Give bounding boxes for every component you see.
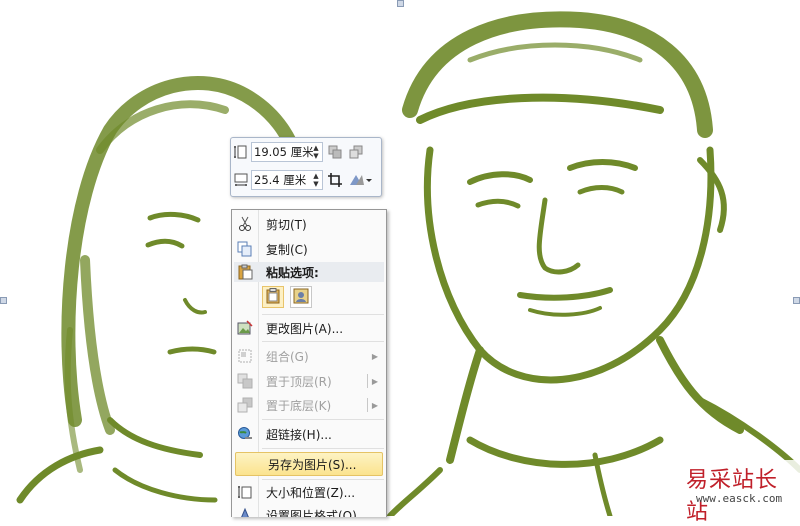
paste-clipboard-icon: [266, 287, 280, 307]
menu-item-size-position[interactable]: 大小和位置(Z)...: [234, 481, 384, 503]
rotate-button[interactable]: [347, 171, 373, 189]
menu-item-group-label: 组合(G): [266, 349, 309, 364]
format-picture-icon: [234, 504, 256, 517]
context-menu: 剪切(T) 复制(C) 粘贴选项: 更改图片(A)... 组合(G) ▶ 置于顶…: [231, 209, 387, 517]
menu-item-send-to-back[interactable]: 置于底层(K) ▶: [234, 394, 384, 416]
menu-item-bring-to-front-label: 置于顶层(R): [266, 374, 332, 389]
scissors-icon: [234, 213, 256, 235]
paste-keep-source-button[interactable]: [262, 286, 284, 308]
menu-item-change-picture-label: 更改图片(A)...: [266, 321, 344, 336]
menu-separator: [262, 419, 384, 420]
menu-separator: [262, 341, 384, 342]
menu-item-copy[interactable]: 复制(C): [234, 238, 384, 260]
menu-item-size-position-label: 大小和位置(Z)...: [266, 485, 356, 500]
change-picture-icon: [234, 317, 256, 339]
width-spin-arrows[interactable]: ▲ ▼: [311, 171, 321, 189]
size-position-icon: [234, 481, 256, 503]
crop-button[interactable]: [326, 171, 344, 189]
bring-to-front-icon: [234, 370, 256, 392]
menu-item-cut[interactable]: 剪切(T): [234, 213, 384, 235]
menu-item-copy-label: 复制(C): [266, 242, 308, 257]
send-backward-button[interactable]: [347, 143, 365, 161]
paste-as-picture-button[interactable]: [290, 286, 312, 308]
menu-item-save-as-picture-label: 另存为图片(S)...: [268, 457, 357, 472]
shape-height-icon: [233, 144, 249, 160]
photo-image[interactable]: [0, 0, 800, 516]
watermark: 易采站长站 www.easck.com: [680, 460, 800, 525]
paste-picture-icon: [293, 288, 309, 307]
menu-item-save-as-picture[interactable]: 另存为图片(S)...: [235, 452, 383, 476]
shape-width-icon: [233, 172, 249, 188]
selection-handle-right[interactable]: [793, 297, 800, 304]
mini-toolbar: 19.05 厘米 ▲ ▼ 25.4 厘米 ▲ ▼: [230, 137, 382, 197]
split-divider: [367, 374, 368, 388]
height-value: 19.05 厘米: [254, 145, 314, 159]
submenu-arrow-icon: ▶: [371, 376, 378, 386]
menu-separator: [262, 448, 384, 449]
menu-item-group[interactable]: 组合(G) ▶: [234, 345, 384, 367]
globe-link-icon: [234, 423, 256, 445]
selection-handle-top[interactable]: [397, 0, 404, 7]
submenu-arrow-icon: ▶: [371, 351, 378, 361]
menu-item-cut-label: 剪切(T): [266, 217, 307, 232]
width-value: 25.4 厘米: [254, 173, 307, 187]
menu-item-send-to-back-label: 置于底层(K): [266, 398, 332, 413]
send-to-back-icon: [234, 394, 256, 416]
menu-item-hyperlink[interactable]: 超链接(H)...: [234, 423, 384, 445]
split-divider: [367, 398, 368, 412]
menu-item-change-picture[interactable]: 更改图片(A)...: [234, 317, 384, 339]
group-icon: [234, 345, 256, 367]
save-picture-icon: [236, 453, 258, 475]
paste-options-label: 粘贴选项:: [266, 265, 319, 280]
menu-item-format-picture-label: 设置图片格式(O)...: [266, 508, 369, 518]
menu-separator: [262, 479, 384, 480]
menu-separator: [262, 314, 384, 315]
menu-item-hyperlink-label: 超链接(H)...: [266, 427, 332, 442]
height-spinner[interactable]: 19.05 厘米 ▲ ▼: [251, 142, 323, 162]
selection-handle-left[interactable]: [0, 297, 7, 304]
submenu-arrow-icon: ▶: [371, 400, 378, 410]
paste-options-header: 粘贴选项:: [234, 262, 384, 282]
height-spin-arrows[interactable]: ▲ ▼: [311, 143, 321, 161]
copy-icon: [234, 238, 256, 260]
width-spinner[interactable]: 25.4 厘米 ▲ ▼: [251, 170, 323, 190]
bring-forward-button[interactable]: [326, 143, 344, 161]
clipboard-icon: [234, 264, 256, 280]
menu-item-format-picture[interactable]: 设置图片格式(O)...: [234, 504, 384, 517]
watermark-url: www.easck.com: [696, 492, 783, 505]
menu-item-bring-to-front[interactable]: 置于顶层(R) ▶: [234, 370, 384, 392]
